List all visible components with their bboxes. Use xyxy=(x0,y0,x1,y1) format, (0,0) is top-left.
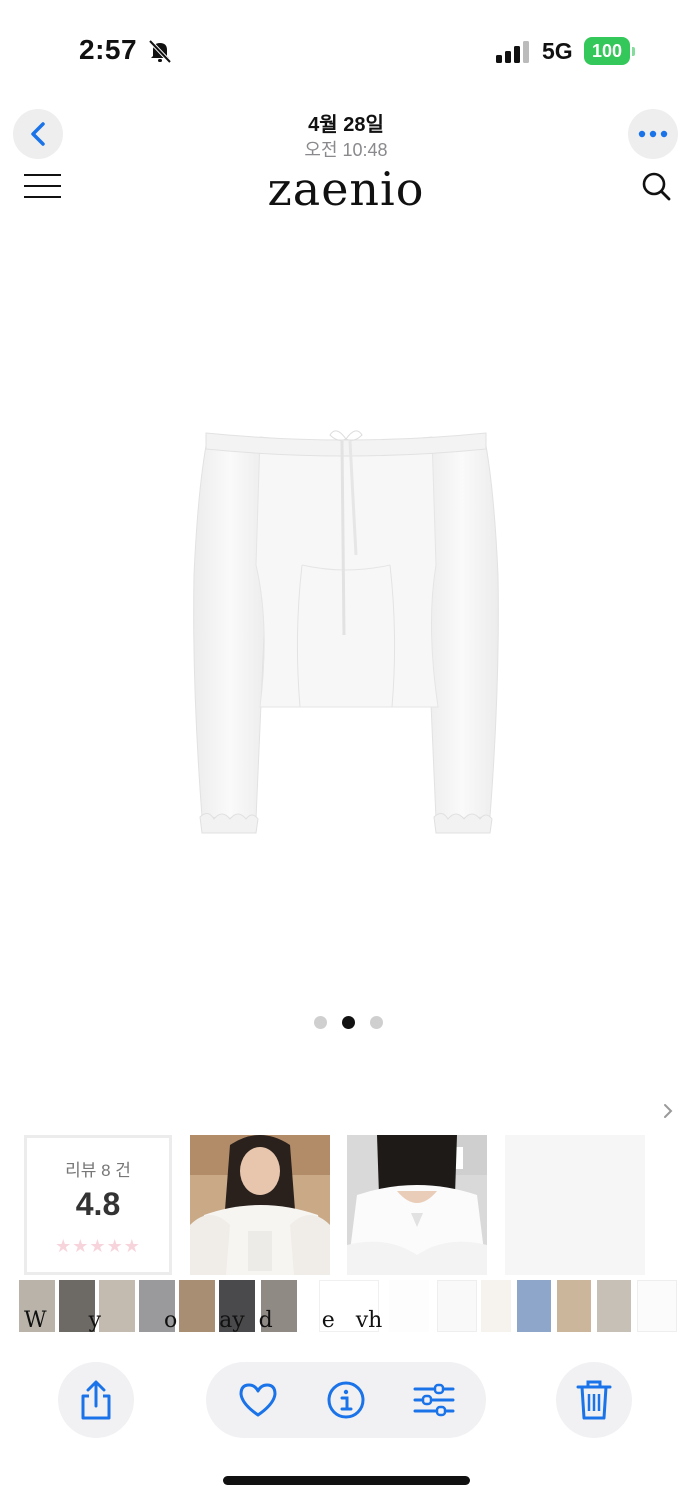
photo-actions-pill xyxy=(206,1362,486,1438)
info-icon xyxy=(327,1381,365,1419)
carousel-dot-active[interactable] xyxy=(342,1016,355,1029)
photo-date: 4월 28일 xyxy=(308,114,384,136)
carousel-dot[interactable] xyxy=(370,1016,383,1029)
share-button[interactable] xyxy=(58,1362,134,1438)
battery-icon: 100 xyxy=(584,37,636,65)
product-image[interactable] xyxy=(190,425,502,845)
carousel-dots[interactable] xyxy=(314,1016,383,1029)
site-logo[interactable]: zaenio xyxy=(0,162,692,216)
trash-icon xyxy=(576,1380,612,1420)
home-indicator[interactable] xyxy=(223,1476,470,1485)
filmstrip-thumb[interactable] xyxy=(637,1280,677,1332)
share-icon xyxy=(81,1380,111,1420)
review-rating: 4.8 xyxy=(75,1186,121,1222)
status-time: 2:57 xyxy=(79,34,138,65)
review-photo-placeholder[interactable] xyxy=(505,1135,645,1275)
rating-stars: ★★★★★ xyxy=(55,1236,141,1256)
carousel-dot[interactable] xyxy=(314,1016,327,1029)
filmstrip-thumb[interactable] xyxy=(597,1280,631,1332)
review-photo[interactable] xyxy=(347,1135,487,1275)
filmstrip-thumb[interactable] xyxy=(557,1280,591,1332)
photo-time: 오전 10:48 xyxy=(304,140,388,160)
filmstrip-thumb[interactable] xyxy=(437,1280,477,1332)
filmstrip-thumb[interactable] xyxy=(481,1280,511,1332)
sliders-icon xyxy=(413,1383,455,1417)
search-icon[interactable] xyxy=(640,170,672,202)
filmstrip-thumb[interactable] xyxy=(517,1280,551,1332)
network-label: 5G xyxy=(542,38,573,64)
bell-slash-icon xyxy=(148,39,172,64)
signal-icon xyxy=(496,41,529,63)
more-button[interactable] xyxy=(628,109,678,159)
review-count: 리뷰 8 건 xyxy=(65,1161,131,1180)
ellipsis-icon xyxy=(638,130,668,138)
battery-level: 100 xyxy=(584,37,630,65)
adjust-button[interactable] xyxy=(412,1378,456,1422)
chevron-right-icon[interactable] xyxy=(662,1103,674,1119)
favorite-button[interactable] xyxy=(236,1378,280,1422)
filmstrip-overlay-text: W y o ay d e vh xyxy=(24,1308,383,1333)
heart-icon xyxy=(239,1383,277,1417)
review-summary-card[interactable]: 리뷰 8 건 4.8 ★★★★★ xyxy=(24,1135,172,1275)
review-photo[interactable] xyxy=(190,1135,330,1275)
filmstrip-thumb[interactable] xyxy=(389,1280,429,1332)
delete-button[interactable] xyxy=(556,1362,632,1438)
info-button[interactable] xyxy=(324,1378,368,1422)
